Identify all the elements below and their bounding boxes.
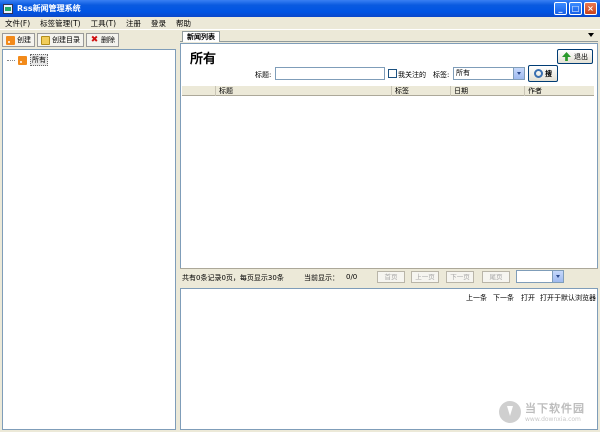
grid-col-tag[interactable]: 标签: [392, 86, 451, 96]
filter-row: 标题: 我关注的 标签: 所有 搜: [181, 65, 599, 82]
tab-strip: 新闻列表: [180, 31, 598, 42]
menu-login[interactable]: 登录: [146, 18, 171, 29]
grid-scroll-corner: [584, 86, 594, 96]
delete-label: 删除: [101, 36, 115, 44]
follow-checkbox[interactable]: [388, 69, 397, 78]
record-summary: 共有0条记录0页，每页显示30条: [182, 274, 284, 282]
exit-label: 退出: [574, 52, 588, 61]
chevron-down-icon: [513, 68, 524, 79]
menu-tag-manage[interactable]: 标签管理(T): [35, 18, 85, 29]
close-button[interactable]: ×: [584, 2, 597, 15]
watermark-logo-icon: [499, 400, 521, 423]
maximize-button[interactable]: □: [569, 2, 582, 15]
last-page-button[interactable]: 尾页: [482, 271, 510, 283]
news-list-panel: 所有 退出 标题: 我关注的 标签: 所有 搜 标题 标签 日期 作者: [180, 43, 598, 284]
menu-register[interactable]: 注册: [121, 18, 146, 29]
watermark-sub: www.downxia.com: [525, 416, 581, 423]
chevron-down-icon: [552, 271, 563, 282]
tag-select-value: 所有: [456, 69, 470, 77]
grid-col-indicator: [182, 86, 216, 96]
watermark: 当下软件园 www.downxia.com: [499, 400, 585, 423]
create-button[interactable]: 创建: [2, 33, 35, 47]
grid-col-title[interactable]: 标题: [216, 86, 392, 96]
next-item-link[interactable]: 下一条: [493, 293, 514, 303]
tab-news-list[interactable]: 新闻列表: [182, 31, 220, 42]
tree-connector: [7, 59, 15, 61]
exit-icon: [562, 52, 571, 61]
menu-help[interactable]: 帮助: [171, 18, 196, 29]
tab-dropdown-icon[interactable]: [588, 33, 594, 37]
title-bar: Rss新闻管理系统 _ □ ×: [0, 0, 600, 17]
open-link[interactable]: 打开: [521, 293, 535, 303]
news-detail-panel: 上一条 下一条 打开 打开于默认浏览器 当下软件园 www.downxia.co…: [180, 288, 598, 430]
tree-node-label: 所有: [30, 54, 48, 66]
folder-icon: [41, 35, 50, 45]
tree-node-all[interactable]: 所有: [7, 54, 48, 66]
window-controls: _ □ ×: [554, 2, 597, 15]
search-icon: [534, 69, 543, 78]
search-label: 搜: [545, 69, 552, 78]
rss-icon: [18, 55, 27, 65]
news-grid-header: 标题 标签 日期 作者: [182, 86, 584, 96]
tag-filter-label: 标签:: [433, 71, 450, 79]
menu-tools[interactable]: 工具(T): [86, 18, 121, 29]
window-title: Rss新闻管理系统: [17, 4, 81, 13]
first-page-button[interactable]: 首页: [377, 271, 405, 283]
prev-item-link[interactable]: 上一条: [466, 293, 487, 303]
grid-col-author[interactable]: 作者: [525, 86, 584, 96]
current-page-value: 0/0: [346, 273, 358, 281]
create-dir-button[interactable]: 创建目录: [37, 33, 84, 47]
delete-icon: ✖: [90, 34, 99, 45]
page-title: 所有: [190, 52, 217, 67]
current-page-label: 当前显示：: [304, 274, 339, 282]
delete-button[interactable]: ✖ 删除: [86, 33, 119, 47]
search-button[interactable]: 搜: [528, 65, 558, 82]
create-label: 创建: [17, 36, 31, 44]
watermark-text: 当下软件园 www.downxia.com: [525, 400, 585, 423]
exit-button[interactable]: 退出: [557, 49, 593, 64]
rss-icon: [6, 35, 15, 45]
feed-tree[interactable]: 所有: [2, 49, 176, 430]
watermark-main: 当下软件园: [525, 402, 585, 415]
menu-file[interactable]: 文件(F): [0, 18, 35, 29]
title-search-input[interactable]: [275, 67, 385, 80]
left-toolbar: 创建 创建目录 ✖ 删除: [2, 32, 176, 48]
follow-label: 我关注的: [398, 71, 426, 79]
grid-col-date[interactable]: 日期: [451, 86, 525, 96]
open-in-browser-link[interactable]: 打开于默认浏览器: [540, 293, 596, 303]
next-page-button[interactable]: 下一页: [446, 271, 474, 283]
menu-bar: 文件(F) 标签管理(T) 工具(T) 注册 登录 帮助: [0, 17, 600, 30]
title-filter-label: 标题:: [255, 71, 272, 79]
app-icon: [3, 3, 13, 14]
create-dir-label: 创建目录: [52, 36, 80, 44]
prev-page-button[interactable]: 上一页: [411, 271, 439, 283]
minimize-button[interactable]: _: [554, 2, 567, 15]
tag-select[interactable]: 所有: [453, 67, 525, 80]
page-select[interactable]: [516, 270, 564, 283]
pager-bar: 共有0条记录0页，每页显示30条 当前显示： 0/0 首页 上一页 下一页 尾页: [180, 268, 598, 284]
